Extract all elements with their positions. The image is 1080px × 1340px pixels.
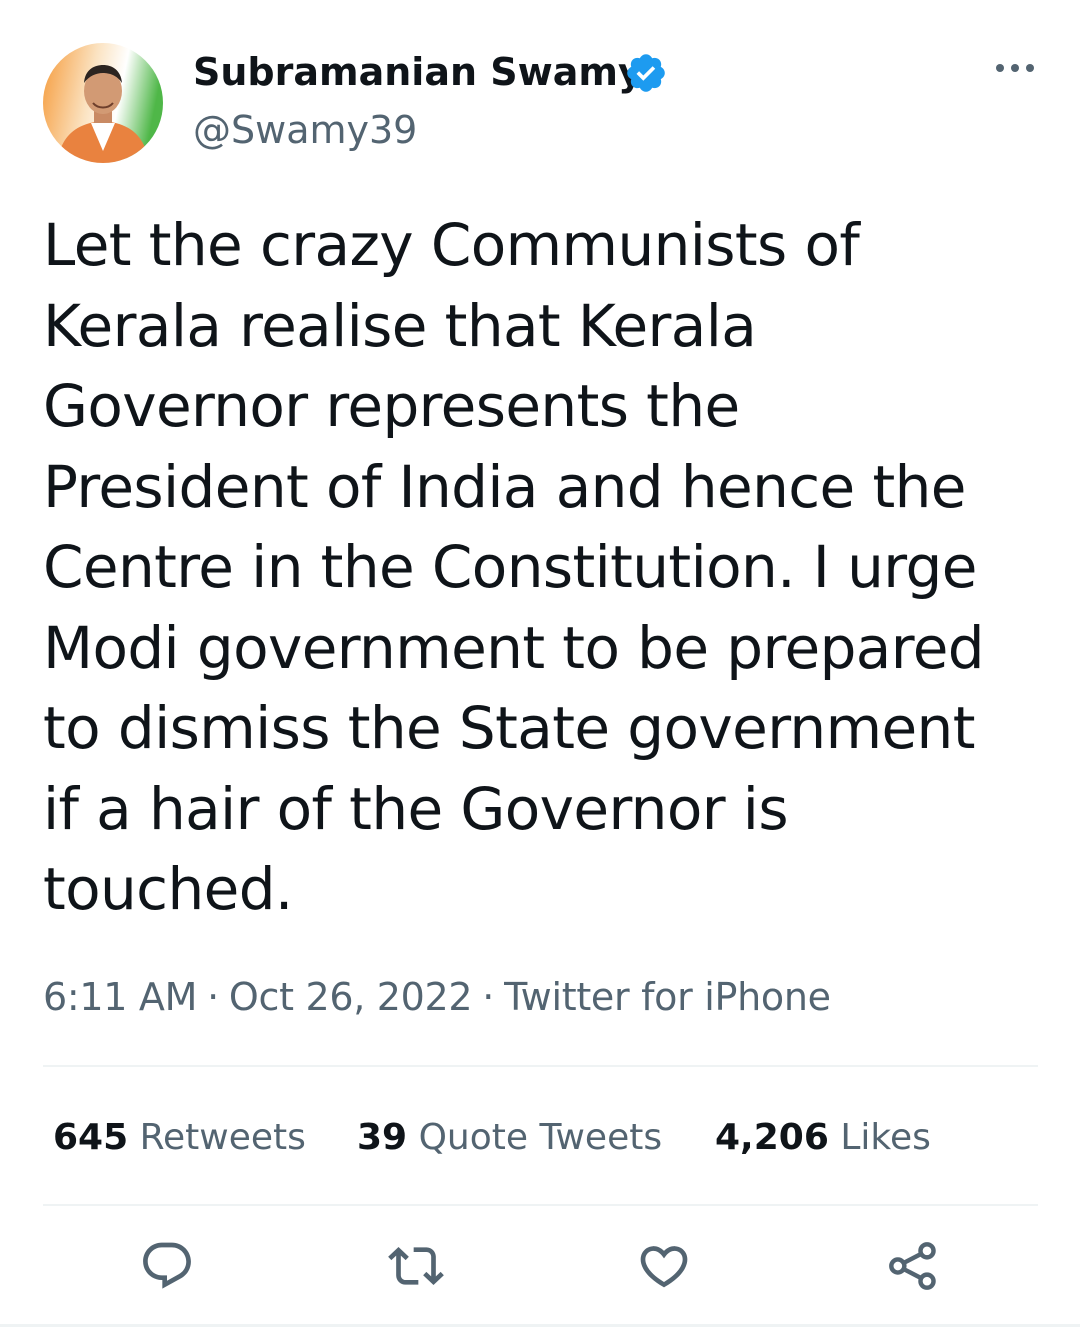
retweet-icon — [388, 1247, 444, 1285]
avatar-image — [43, 43, 163, 163]
quote-tweets-count: 39 — [357, 1117, 408, 1158]
retweets-stat[interactable]: 645 Retweets — [53, 1113, 306, 1163]
tweet-text: Let the crazy Communists of Kerala reali… — [43, 211, 985, 923]
author-handle[interactable]: @Swamy39 — [193, 106, 417, 154]
likes-count: 4,206 — [715, 1117, 829, 1158]
retweets-label: Retweets — [139, 1117, 306, 1158]
tweet-metadata: 6:11 AM · Oct 26, 2022 · Twitter for iPhone — [43, 973, 831, 1021]
tweet-source[interactable]: Twitter for iPhone — [504, 975, 831, 1019]
quote-tweets-label: Quote Tweets — [418, 1117, 663, 1158]
share-button[interactable] — [883, 1238, 943, 1294]
heart-icon — [640, 1246, 688, 1288]
more-icon[interactable] — [992, 50, 1038, 86]
tweet-time[interactable]: 6:11 AM — [43, 975, 197, 1019]
retweet-button[interactable] — [386, 1238, 446, 1294]
author-name[interactable]: Subramanian Swamy — [193, 48, 643, 96]
like-button[interactable] — [634, 1238, 694, 1294]
divider — [43, 1065, 1038, 1067]
tweet-date[interactable]: Oct 26, 2022 — [229, 975, 473, 1019]
meta-separator: · — [482, 975, 495, 1019]
tweet-card: Subramanian Swamy @Swamy39 Let the crazy… — [0, 0, 1080, 1340]
avatar[interactable] — [43, 43, 163, 163]
verified-badge-icon — [627, 54, 665, 92]
quote-tweets-stat[interactable]: 39 Quote Tweets — [357, 1113, 662, 1163]
share-icon — [889, 1242, 936, 1290]
divider — [43, 1204, 1038, 1206]
likes-label: Likes — [840, 1117, 931, 1158]
retweets-count: 645 — [53, 1117, 129, 1158]
reply-icon — [143, 1242, 191, 1289]
meta-separator: · — [207, 975, 219, 1019]
reply-button[interactable] — [137, 1238, 197, 1294]
likes-stat[interactable]: 4,206 Likes — [715, 1113, 931, 1163]
bottom-divider — [0, 1324, 1080, 1327]
